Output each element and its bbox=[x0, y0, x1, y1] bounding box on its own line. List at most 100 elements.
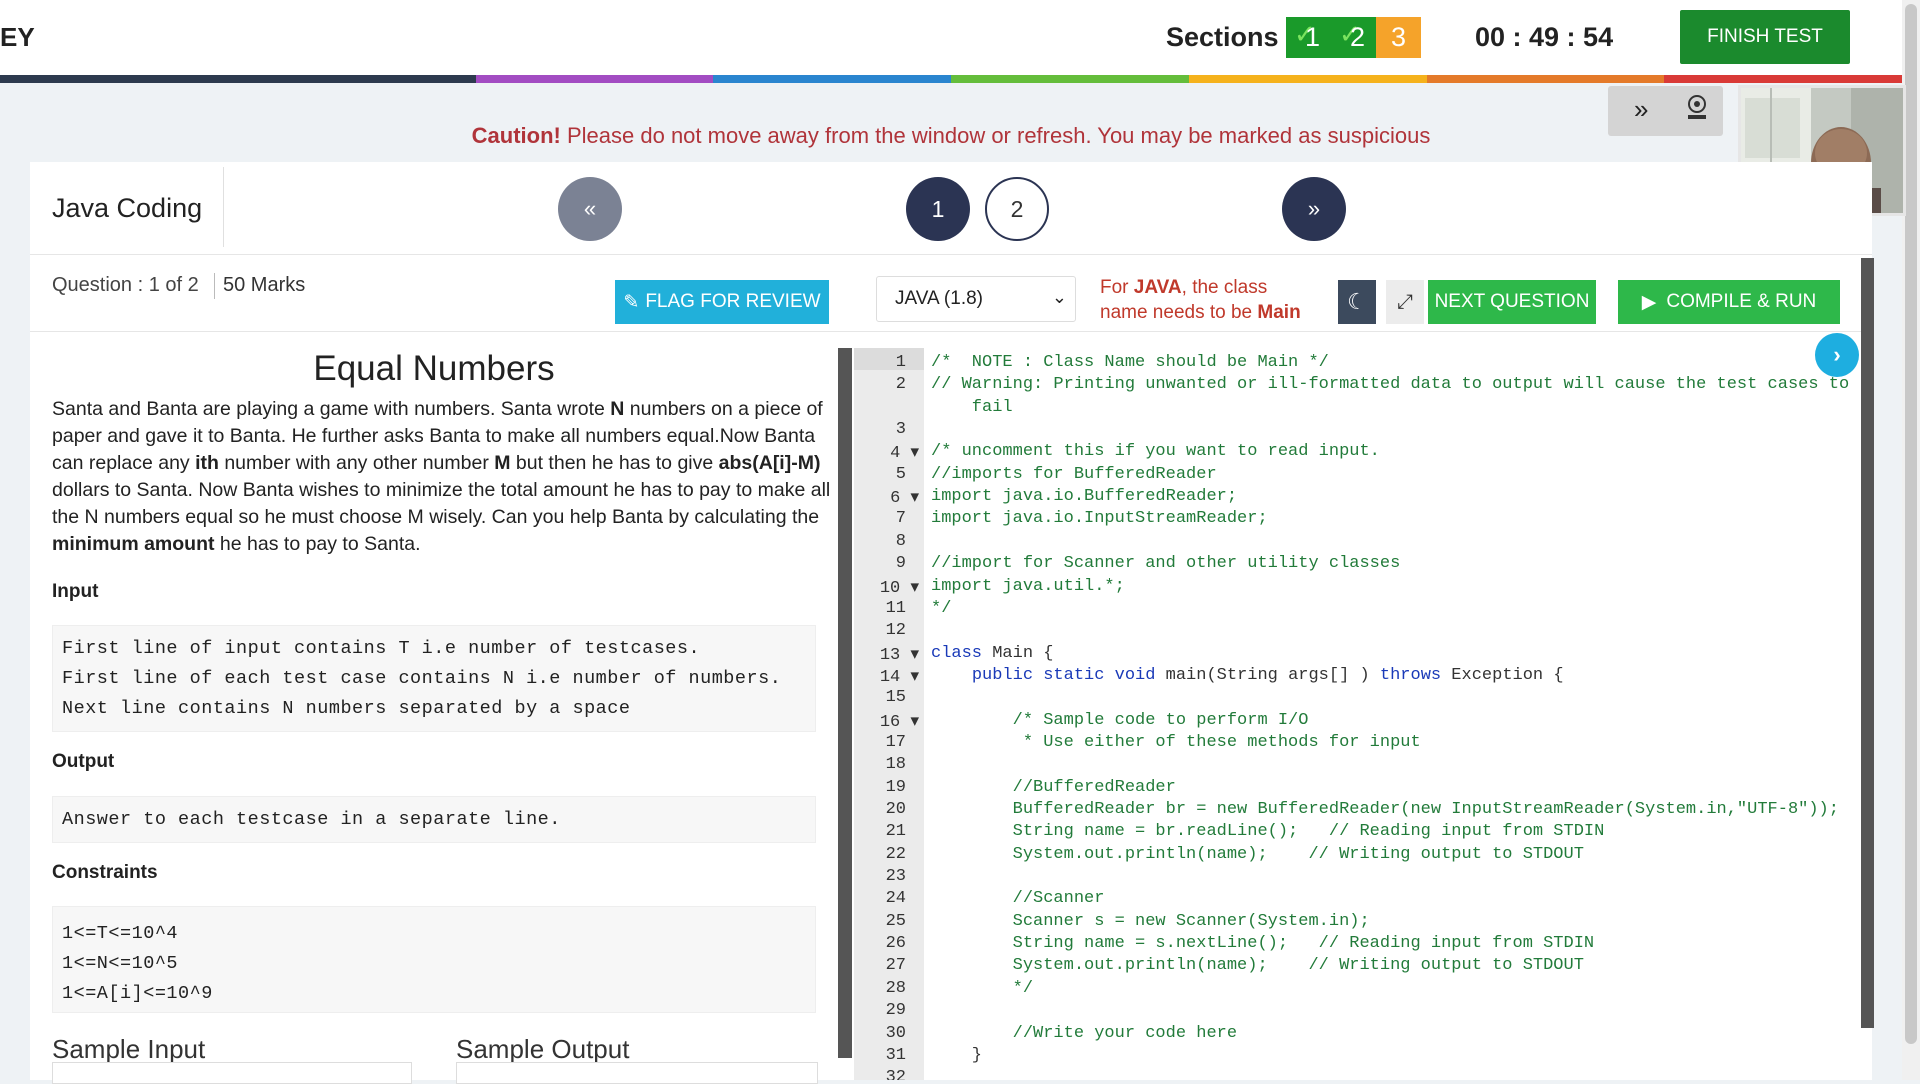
desc-text: number with any other number bbox=[218, 452, 495, 474]
line-number: 18 bbox=[885, 755, 906, 775]
finish-test-button[interactable]: FINISH TEST bbox=[1680, 10, 1850, 64]
output-spec-box: Answer to each testcase in a separate li… bbox=[52, 796, 816, 843]
code-line[interactable]: String name = br.readLine(); // Reading … bbox=[931, 822, 1605, 841]
code-line[interactable]: //BufferedReader bbox=[931, 778, 1176, 797]
sample-input-box bbox=[52, 1062, 412, 1084]
proctor-toolbar: » bbox=[1608, 86, 1723, 136]
code-line[interactable]: // Warning: Printing unwanted or ill-for… bbox=[931, 375, 1849, 394]
code-line[interactable]: */ bbox=[931, 599, 951, 618]
code-line[interactable]: import java.util.*; bbox=[931, 577, 1125, 596]
language-select[interactable]: JAVA (1.8) ⌄ bbox=[876, 276, 1076, 322]
divider bbox=[30, 331, 1872, 332]
sample-output-box bbox=[456, 1062, 818, 1084]
section-1-badge[interactable]: ✓ 1 bbox=[1286, 17, 1331, 58]
color-bar-segment bbox=[0, 75, 238, 83]
chevron-right-icon[interactable]: › bbox=[1815, 333, 1859, 377]
dark-mode-toggle-icon[interactable]: ☾ bbox=[1338, 280, 1376, 324]
line-number: 30 bbox=[885, 1023, 906, 1043]
fullscreen-expand-icon[interactable]: ⤢ bbox=[1386, 280, 1424, 324]
code-line[interactable]: class Main { bbox=[931, 644, 1053, 663]
code-editor[interactable]: 1234 ▾ 5 6 ▾ 7 8 9 10 ▾ 11 12 13 ▾ 14 ▾ 15 16 ▾ 17 18 1… bbox=[854, 348, 1861, 1080]
line-number: 31 bbox=[885, 1045, 906, 1065]
question-info: Question : 1 of 2 bbox=[52, 274, 199, 296]
editor-left-scrollbar[interactable] bbox=[838, 348, 852, 1058]
color-bar-segment bbox=[1664, 75, 1902, 83]
question-1-button[interactable]: 1 bbox=[906, 177, 970, 241]
input-heading: Input bbox=[52, 581, 99, 602]
code-line[interactable]: /* Sample code to perform I/O bbox=[931, 711, 1309, 730]
constraint-line: 1<=N<=10^5 bbox=[62, 953, 179, 974]
section-3-badge[interactable]: 3 bbox=[1376, 17, 1421, 58]
desc-emphasis: N bbox=[610, 398, 625, 420]
editor-right-scrollbar[interactable] bbox=[1861, 258, 1874, 1028]
code-line[interactable]: import java.io.BufferedReader; bbox=[931, 487, 1237, 506]
code-line[interactable]: /* NOTE : Class Name should be Main */ bbox=[931, 353, 1329, 372]
test-title: Java Coding bbox=[52, 193, 203, 223]
input-spec-box: First line of input contains T i.e numbe… bbox=[52, 625, 816, 732]
line-number: 19 bbox=[885, 777, 906, 797]
webcam-icon[interactable] bbox=[1682, 92, 1712, 131]
color-bar-segment bbox=[1188, 75, 1427, 83]
next-question-button[interactable]: NEXT QUESTION bbox=[1428, 280, 1596, 324]
code-line[interactable]: /* uncomment this if you want to read in… bbox=[931, 442, 1380, 461]
code-line[interactable]: } bbox=[931, 1046, 982, 1065]
compile-run-button[interactable]: ▶ COMPILE & RUN bbox=[1618, 280, 1840, 324]
line-number: 4 ▾ bbox=[890, 444, 919, 464]
double-chevron-right-icon[interactable]: » bbox=[1634, 94, 1648, 125]
sections-label: Sections : bbox=[1166, 22, 1296, 52]
code-line[interactable]: //imports for BufferedReader bbox=[931, 465, 1217, 484]
desc-text: dollars to Santa. Now Banta wishes to mi… bbox=[52, 479, 831, 528]
output-heading: Output bbox=[52, 751, 115, 772]
code-line[interactable]: public static void main(String args[] ) … bbox=[931, 666, 1564, 685]
input-spec-line: Next line contains N numbers separated b… bbox=[62, 698, 631, 719]
code-line[interactable]: //import for Scanner and other utility c… bbox=[931, 554, 1400, 573]
code-line[interactable]: * Use either of these methods for input bbox=[931, 733, 1421, 752]
problem-description: Santa and Banta are playing a game with … bbox=[52, 396, 832, 558]
line-number: 24 bbox=[885, 889, 906, 909]
output-spec-line: Answer to each testcase in a separate li… bbox=[62, 809, 561, 830]
line-number: 13 ▾ bbox=[879, 645, 919, 665]
line-number: 17 bbox=[885, 732, 906, 752]
divider bbox=[30, 254, 1872, 255]
code-line[interactable]: import java.io.InputStreamReader; bbox=[931, 509, 1268, 528]
line-number: 7 bbox=[895, 509, 906, 529]
color-bar-segment bbox=[237, 75, 476, 83]
color-bar-segment bbox=[1426, 75, 1665, 83]
code-line[interactable]: //Scanner bbox=[931, 889, 1105, 908]
desc-emphasis: abs(A[i]-M) bbox=[718, 452, 821, 474]
code-line[interactable]: String name = s.nextLine(); // Reading i… bbox=[931, 934, 1595, 953]
pin-icon: ✎ bbox=[623, 291, 640, 313]
line-number: 8 bbox=[895, 531, 906, 551]
sample-input-heading: Sample Input bbox=[52, 1034, 206, 1064]
constraint-line: 1<=A[i]<=10^9 bbox=[62, 983, 213, 1004]
flag-for-review-button[interactable]: ✎ FLAG FOR REVIEW bbox=[615, 280, 829, 324]
section-2-badge[interactable]: ✓ 2 bbox=[1331, 17, 1376, 58]
constraints-heading: Constraints bbox=[52, 862, 158, 883]
line-number: 1 bbox=[895, 353, 906, 372]
desc-emphasis: minimum amount bbox=[52, 533, 215, 555]
line-number: 25 bbox=[885, 911, 906, 931]
line-number: 12 bbox=[885, 621, 906, 641]
code-line[interactable]: */ bbox=[931, 979, 1033, 998]
code-line[interactable]: //Write your code here bbox=[931, 1024, 1237, 1043]
divider bbox=[223, 167, 224, 247]
line-number: 27 bbox=[885, 956, 906, 976]
color-bar-segment bbox=[713, 75, 951, 83]
code-line[interactable]: Scanner s = new Scanner(System.in); bbox=[931, 912, 1370, 931]
code-line[interactable]: System.out.println(name); // Writing out… bbox=[931, 845, 1584, 864]
line-number: 22 bbox=[885, 844, 906, 864]
previous-question-button[interactable]: « bbox=[558, 177, 622, 241]
next-question-nav-button[interactable]: » bbox=[1282, 177, 1346, 241]
input-spec-line: First line of each test case contains N … bbox=[62, 668, 782, 689]
code-line[interactable]: System.out.println(name); // Writing out… bbox=[931, 956, 1584, 975]
line-number: 9 bbox=[895, 554, 906, 574]
line-number: 6 ▾ bbox=[890, 489, 919, 509]
constraints-box: 1<=T<=10^4 1<=N<=10^5 1<=A[i]<=10^9 bbox=[52, 906, 816, 1013]
class-name-note: For JAVA, the class name needs to be Mai… bbox=[1100, 277, 1301, 323]
code-line[interactable]: BufferedReader br = new BufferedReader(n… bbox=[931, 800, 1839, 819]
line-number: 14 ▾ bbox=[879, 667, 919, 687]
page-scrollbar-thumb[interactable] bbox=[1905, 4, 1917, 1044]
color-progress-bar bbox=[0, 75, 1902, 83]
question-2-button[interactable]: 2 bbox=[985, 177, 1049, 241]
code-line[interactable]: fail bbox=[931, 398, 1013, 417]
